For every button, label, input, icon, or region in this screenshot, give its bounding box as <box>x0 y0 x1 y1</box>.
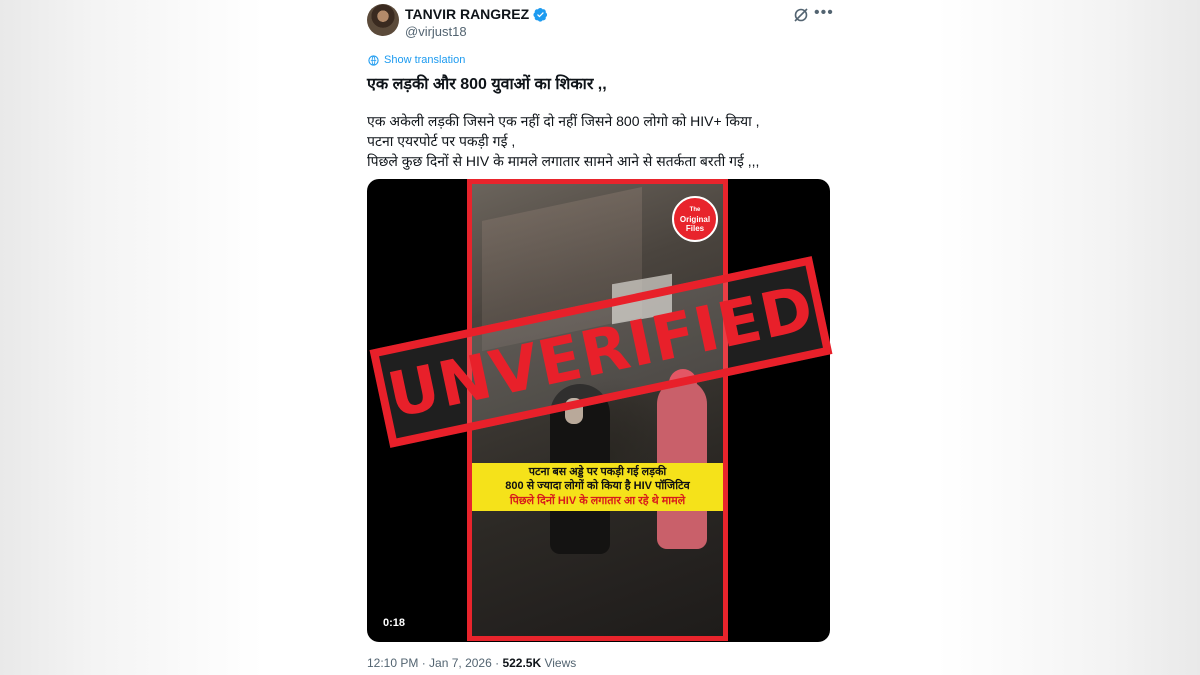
meta-separator: · <box>491 656 503 670</box>
meta-separator: · <box>418 656 430 670</box>
tweet-meta: 12:10 PM · Jan 7, 2026 · 522.5K Views <box>367 656 576 670</box>
tweet: TANVIR RANGREZ @virjust18 ••• Show trans… <box>0 0 1200 675</box>
more-icon[interactable]: ••• <box>814 4 834 22</box>
tweet-body-line: पटना एयरपोर्ट पर पकड़ी गई , <box>367 133 516 149</box>
author-name-row[interactable]: TANVIR RANGREZ <box>405 6 548 22</box>
tweet-body-line: पिछले कुछ दिनों से HIV के मामले लगातार स… <box>367 153 760 169</box>
channel-logo-line: Files <box>685 223 705 233</box>
show-translation-link[interactable]: Show translation <box>368 54 465 66</box>
tweet-date[interactable]: Jan 7, 2026 <box>429 656 492 670</box>
channel-logo: The Original Files <box>672 196 718 242</box>
verified-badge-icon <box>533 7 548 22</box>
tweet-body-line: एक अकेली लड़की जिसने एक नहीं दो नहीं जिस… <box>367 113 760 129</box>
video-duration: 0:18 <box>383 617 406 629</box>
grok-icon[interactable] <box>793 7 809 23</box>
avatar[interactable] <box>367 4 399 36</box>
views-label: Views <box>541 656 577 670</box>
views-count: 522.5K <box>502 656 542 670</box>
show-translation-label[interactable]: Show translation <box>384 54 465 66</box>
caption-line-highlight: पिछले दिनों HIV के लगातार आ रहे थे मामले <box>509 495 686 507</box>
author-handle[interactable]: @virjust18 <box>405 24 467 39</box>
caption-line: पटना बस अड्डे पर पकड़ी गई लड़की <box>528 466 667 478</box>
channel-logo-line: Original <box>679 214 711 224</box>
tweet-headline: एक लड़की और 800 युवाओं का शिकार ,, <box>367 76 607 93</box>
author-name[interactable]: TANVIR RANGREZ <box>405 6 529 22</box>
globe-icon <box>368 54 379 66</box>
video-caption: पटना बस अड्डे पर पकड़ी गई लड़की 800 से ज… <box>472 463 723 511</box>
channel-logo-line: The <box>689 206 701 213</box>
caption-line: 800 से ज्यादा लोगों को किया है HIV पॉजिट… <box>505 480 690 492</box>
tweet-body: एक अकेली लड़की जिसने एक नहीं दो नहीं जिस… <box>367 111 759 171</box>
tweet-time[interactable]: 12:10 PM <box>367 656 418 670</box>
